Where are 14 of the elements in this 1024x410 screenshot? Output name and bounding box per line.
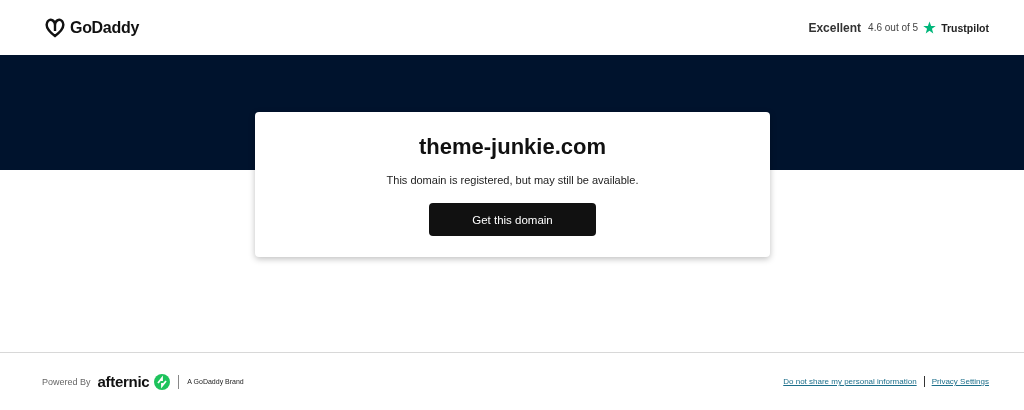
logo-wordmark: GoDaddy [70,18,140,37]
afternic-wordmark: afternic [97,373,150,390]
logo-icon [44,17,66,38]
rating-score: 4.6 out of 5 [868,22,919,33]
star-icon [923,21,937,34]
footer-link[interactable]: Do not share my personal information [783,377,917,386]
footer-link[interactable]: Privacy Settings [931,377,989,386]
domain-name: theme-junkie.com [418,134,606,160]
trustpilot-wordmark: Trustpilot [941,21,989,34]
get-domain-button[interactable]: Get this domain [429,203,596,236]
rating-label: Excellent [808,20,862,35]
afternic-logo-icon [154,373,171,390]
powered-by-label: Powered By [42,376,91,387]
availability-message: This domain is registered, but may still be available. [386,174,639,186]
